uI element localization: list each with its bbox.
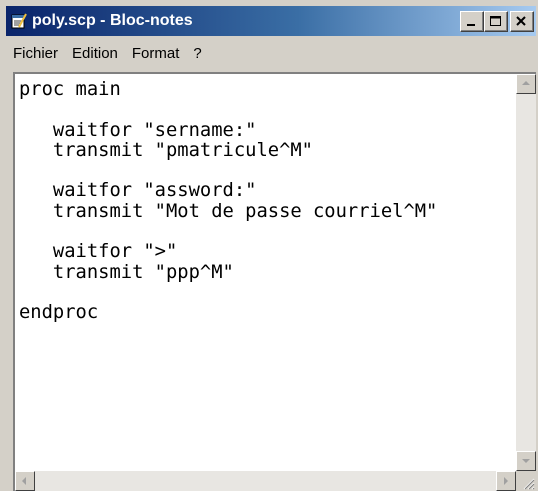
scroll-left-button[interactable] bbox=[15, 471, 35, 491]
vertical-scrollbar[interactable] bbox=[516, 74, 536, 471]
maximize-icon bbox=[490, 16, 501, 26]
menu-fichier[interactable]: Fichier bbox=[6, 45, 65, 62]
window-title: poly.scp - Bloc-notes bbox=[32, 12, 193, 29]
scroll-right-button[interactable] bbox=[496, 471, 516, 491]
close-icon bbox=[516, 16, 526, 26]
menu-edition[interactable]: Edition bbox=[65, 45, 125, 62]
resize-grip-icon bbox=[523, 478, 535, 490]
scroll-down-button[interactable] bbox=[516, 451, 536, 471]
arrow-left-icon bbox=[22, 477, 26, 485]
minimize-icon bbox=[467, 24, 475, 26]
notepad-window: poly.scp - Bloc-notes Fichier Edition Fo… bbox=[0, 0, 538, 491]
text-editor[interactable]: proc main waitfor "sername:" transmit "p… bbox=[13, 72, 536, 491]
menu-bar: Fichier Edition Format ? bbox=[6, 38, 536, 68]
horizontal-scrollbar[interactable] bbox=[15, 471, 516, 491]
scroll-up-button[interactable] bbox=[516, 74, 536, 94]
editor-text[interactable]: proc main waitfor "sername:" transmit "p… bbox=[19, 79, 514, 324]
arrow-down-icon bbox=[522, 459, 530, 463]
menu-format[interactable]: Format bbox=[125, 45, 187, 62]
minimize-button[interactable] bbox=[460, 11, 484, 32]
window-controls bbox=[460, 11, 534, 32]
arrow-right-icon bbox=[504, 477, 508, 485]
resize-grip[interactable] bbox=[516, 471, 536, 491]
close-button[interactable] bbox=[510, 11, 534, 32]
maximize-button[interactable] bbox=[484, 11, 508, 32]
title-bar[interactable]: poly.scp - Bloc-notes bbox=[6, 6, 536, 36]
menu-help[interactable]: ? bbox=[186, 45, 208, 62]
arrow-up-icon bbox=[522, 81, 530, 85]
notepad-icon[interactable] bbox=[10, 12, 28, 30]
